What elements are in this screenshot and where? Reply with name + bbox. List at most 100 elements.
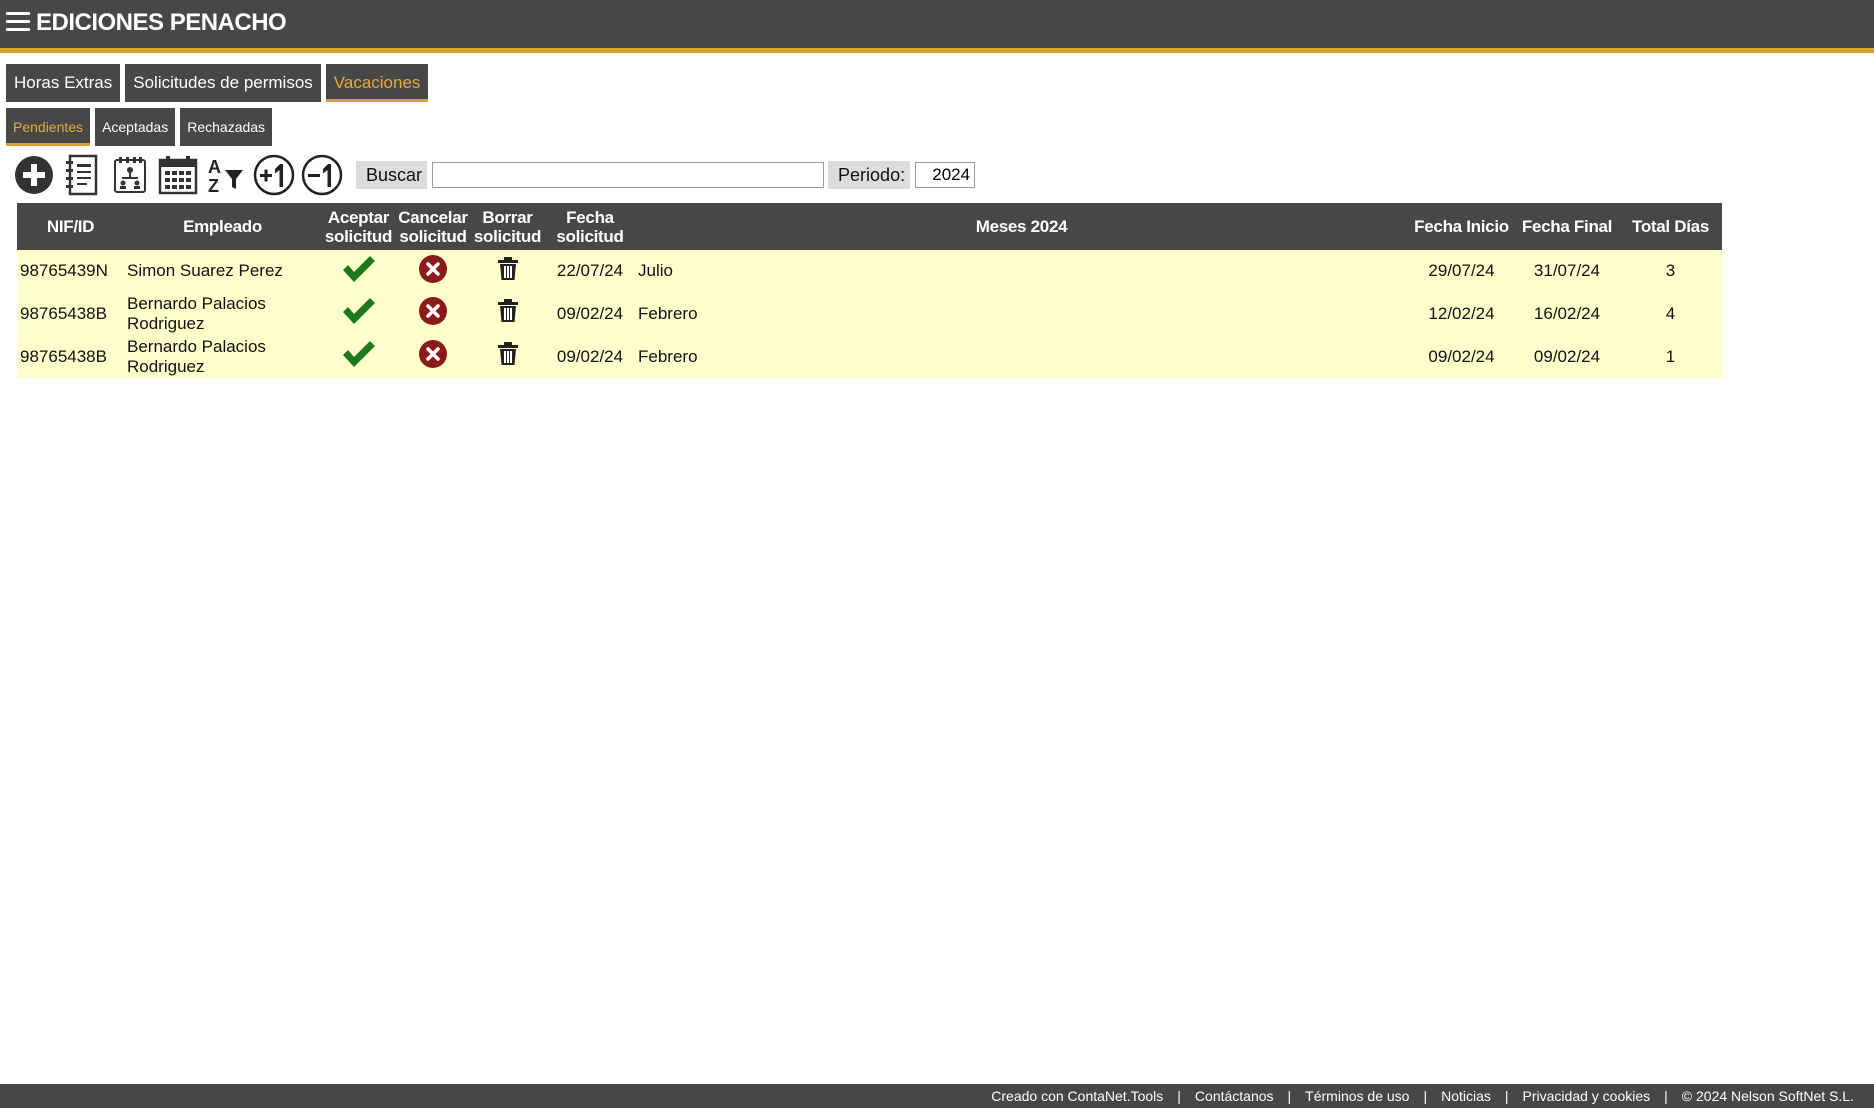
cell-aceptar [321,292,396,335]
table-row[interactable]: 98765438B Bernardo Palacios Rodriguez 09… [17,335,1722,378]
cell-fecha-final: 09/02/24 [1515,335,1619,378]
col-header-fecha-line1: Fecha [566,207,614,227]
cell-empleado: Bernardo Palacios Rodriguez [124,335,321,378]
search-input[interactable] [432,162,825,188]
col-header-aceptar: Aceptar solicitud [321,203,396,250]
col-header-meses: Meses 2024 [635,203,1408,250]
svg-text:Z: Z [208,176,219,194]
footer-separator: | [1664,1088,1668,1104]
col-header-borrar-line1: Borrar [482,207,533,227]
accept-check-icon[interactable] [341,254,377,289]
cell-cancelar [396,335,470,378]
cell-fecha-inicio: 09/02/24 [1408,335,1515,378]
cell-fecha-solicitud: 09/02/24 [545,292,635,335]
col-header-fecha-final[interactable]: Fecha Final [1515,203,1619,250]
col-header-cancelar-line2: solicitud [399,226,467,246]
footer-separator: | [1504,1088,1509,1104]
trash-icon[interactable] [497,342,519,371]
table-header-row: NIF/ID Empleado Aceptar solicitud Cancela… [17,203,1722,250]
tab-rechazadas[interactable]: Rechazadas [180,108,273,146]
cancel-icon[interactable] [418,254,448,289]
tab-vacaciones[interactable]: Vacaciones [325,64,429,102]
main-tabs: Horas Extras Solicitudes de permisos Vac… [6,64,429,102]
footer-copyright: © 2024 Nelson SoftNet S.L. [1681,1088,1854,1104]
cancel-icon[interactable] [418,339,448,374]
cell-fecha-solicitud: 22/07/24 [545,250,635,292]
table-row[interactable]: 98765439N Simon Suarez Perez 22/07/24 Ju… [17,250,1722,292]
cell-borrar [470,250,545,292]
calendar-icon[interactable] [156,153,200,197]
col-header-fecha-inicio[interactable]: Fecha Inicio [1408,203,1515,250]
menu-icon[interactable] [6,12,30,34]
period-label: Periodo: [828,161,911,189]
col-header-nif[interactable]: NIF/ID [17,203,124,250]
footer-link-contanet[interactable]: Creado con ContaNet.Tools [991,1084,1163,1108]
col-header-fecha-solicitud[interactable]: Fecha solicitud [545,203,635,250]
footer-links: Creado con ContaNet.Tools | Contáctanos … [991,1084,1854,1108]
col-header-borrar-line2: solicitud [473,226,542,246]
cell-fecha-final: 16/02/24 [1515,292,1619,335]
tab-aceptadas[interactable]: Aceptadas [95,108,176,146]
col-header-borrar: Borrar solicitud [470,203,545,250]
footer-link-contactanos[interactable]: Contáctanos [1195,1084,1274,1108]
col-header-total-dias[interactable]: Total Días [1619,203,1722,250]
cell-borrar [470,335,545,378]
cell-nif: 98765439N [17,250,124,292]
cell-mes: Febrero [635,335,1408,378]
toolbar: A Z Buscar Periodo: [12,152,976,198]
period-input[interactable] [915,162,976,188]
cell-cancelar [396,250,470,292]
footer: Creado con ContaNet.Tools | Contáctanos … [0,1084,1874,1108]
cell-total-dias: 3 [1619,250,1722,292]
svg-text:A: A [208,157,221,177]
cell-total-dias: 4 [1619,292,1722,335]
app-brand: EDICIONES PENACHO [36,9,287,36]
cell-fecha-solicitud: 09/02/24 [545,335,635,378]
footer-separator: | [1287,1088,1292,1104]
footer-separator: | [1423,1088,1428,1104]
cell-fecha-inicio: 12/02/24 [1408,292,1515,335]
cancel-icon[interactable] [418,296,448,331]
footer-link-privacidad[interactable]: Privacidad y cookies [1523,1084,1651,1108]
tab-pendientes[interactable]: Pendientes [6,108,91,146]
cell-aceptar [321,250,396,292]
trash-icon[interactable] [497,256,519,286]
add-icon[interactable] [12,153,56,197]
footer-link-noticias[interactable]: Noticias [1441,1084,1491,1108]
sort-filter-icon[interactable]: A Z [204,153,248,197]
footer-separator: | [1177,1088,1181,1104]
cell-borrar [470,292,545,335]
cell-aceptar [321,335,396,378]
col-header-empleado[interactable]: Empleado [124,203,321,250]
cell-fecha-inicio: 29/07/24 [1408,250,1515,292]
status-tabs: Pendientes Aceptadas Rechazadas [6,108,273,146]
cell-empleado: Simon Suarez Perez [124,250,321,292]
col-header-cancelar-line1: Cancelar [398,207,468,227]
search-label: Buscar [356,161,428,189]
org-chart-icon[interactable] [108,153,152,197]
footer-link-terminos[interactable]: Términos de uso [1305,1084,1409,1108]
vacation-requests-table: NIF/ID Empleado Aceptar solicitud Cancela… [17,203,1722,378]
cell-mes: Julio [635,250,1408,292]
tab-horas-extras[interactable]: Horas Extras [6,64,121,102]
accept-check-icon[interactable] [341,339,377,374]
col-header-aceptar-line2: solicitud [324,226,393,246]
cell-fecha-final: 31/07/24 [1515,250,1619,292]
cell-nif: 98765438B [17,292,124,335]
cell-nif: 98765438B [17,335,124,378]
tab-solicitudes-permisos[interactable]: Solicitudes de permisos [125,64,321,102]
table-row[interactable]: 98765438B Bernardo Palacios Rodriguez 09… [17,292,1722,335]
col-header-aceptar-line1: Aceptar [327,207,390,227]
cell-cancelar [396,292,470,335]
contact-book-icon[interactable] [60,153,104,197]
cell-empleado: Bernardo Palacios Rodriguez [124,292,321,335]
cell-mes: Febrero [635,292,1408,335]
col-header-cancelar: Cancelar solicitud [396,203,470,250]
plus-one-icon[interactable] [252,153,296,197]
minus-one-icon[interactable] [300,153,344,197]
accept-check-icon[interactable] [341,296,377,331]
cell-total-dias: 1 [1619,335,1722,378]
trash-icon[interactable] [497,299,519,328]
col-header-fecha-line2: solicitud [556,226,624,246]
app-header: EDICIONES PENACHO [0,0,1874,53]
